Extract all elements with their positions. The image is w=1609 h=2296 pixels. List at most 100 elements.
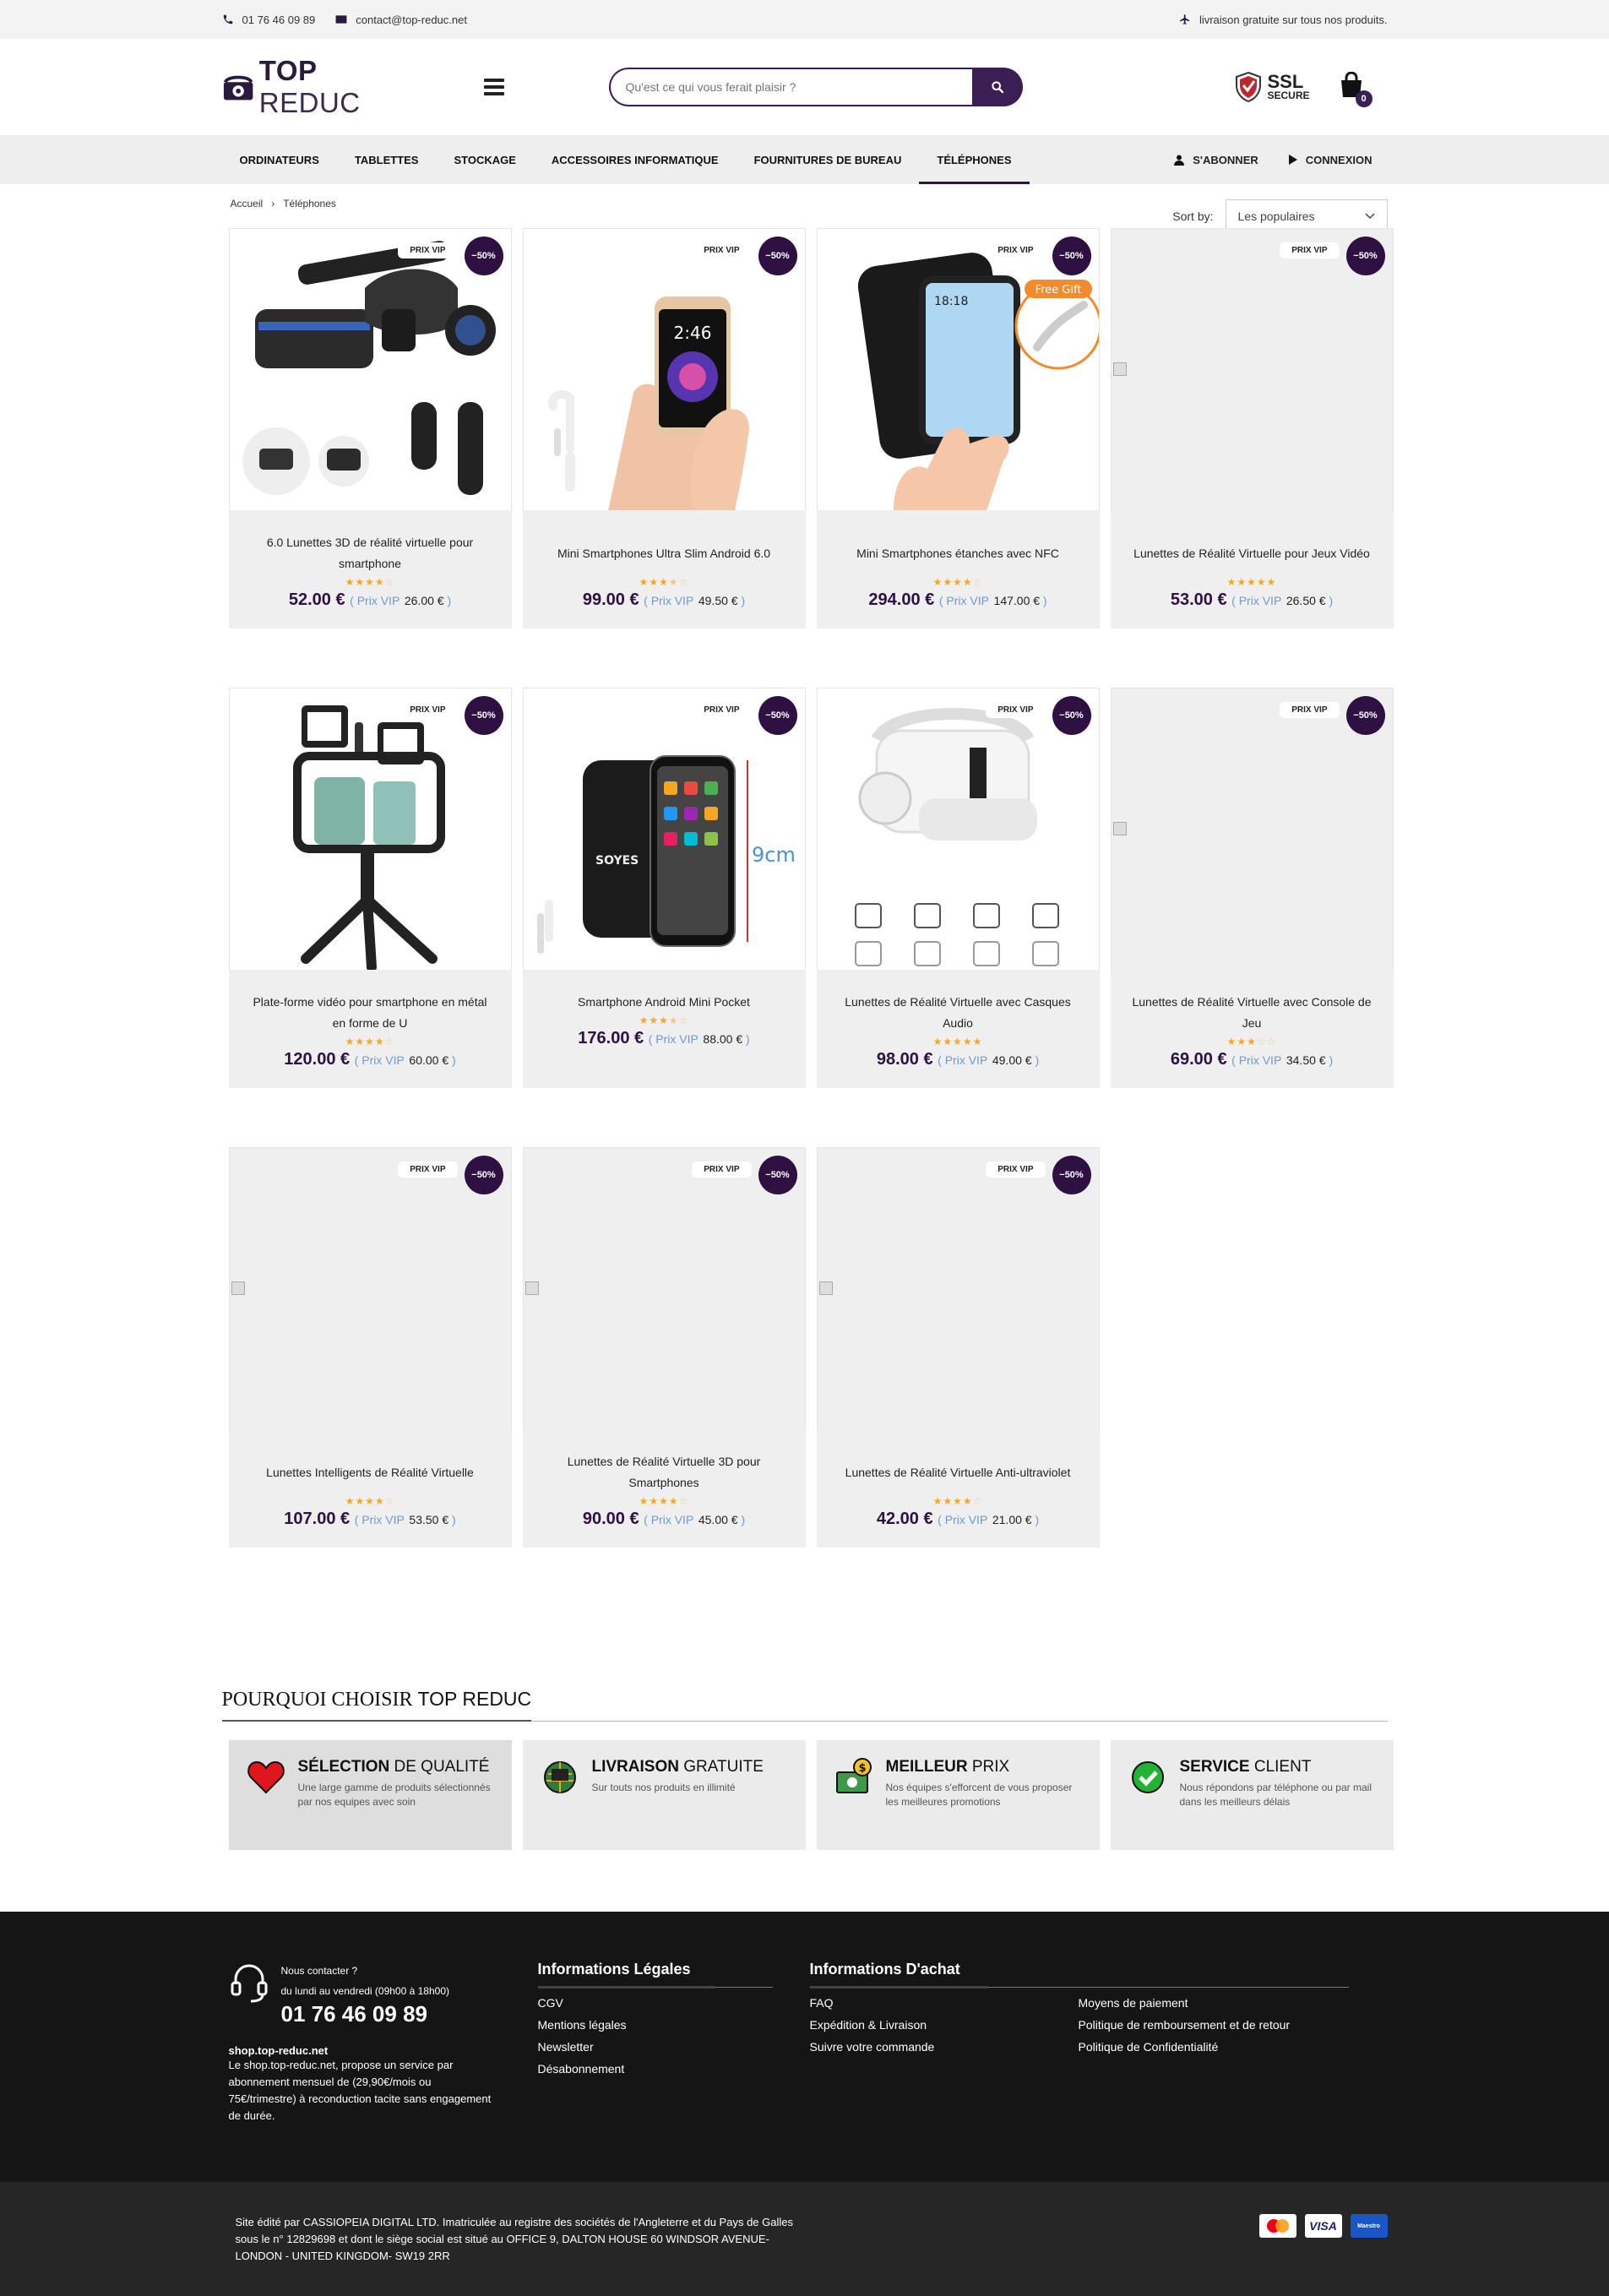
nav-item-4[interactable]: FOURNITURES DE BUREAU xyxy=(737,135,920,184)
why-box: $ MEILLEUR PRIX Nos équipes s'efforcent … xyxy=(816,1740,1100,1850)
main-nav: ORDINATEURS TABLETTES STOCKAGE ACCESSOIRES … xyxy=(0,135,1609,184)
product-price: 120.00 € xyxy=(284,1050,351,1069)
broken-image-icon xyxy=(231,1281,245,1295)
login-link[interactable]: CONNEXION xyxy=(1288,153,1373,166)
svg-text:SOYES: SOYES xyxy=(595,854,639,868)
rating-stars: ★★★★☆ xyxy=(345,1036,395,1047)
product-price-row: 99.00 € ( Prix VIP 49.50 € ) xyxy=(582,590,746,609)
nav-item-3[interactable]: ACCESSOIRES INFORMATIQUE xyxy=(534,135,737,184)
nav-item-0[interactable]: ORDINATEURS xyxy=(222,135,337,184)
why-section: POURQUOI CHOISIR TOP REDUC SÉLECTION DE … xyxy=(221,1688,1394,1850)
cart-button[interactable]: 0 xyxy=(1339,71,1373,107)
vip-price: 45.00 € xyxy=(698,1513,738,1526)
footer-legal-link[interactable]: Désabonnement xyxy=(538,2062,810,2076)
product-name[interactable]: Lunettes de Réalité Virtuelle 3D pour Sm… xyxy=(540,1451,789,1493)
footer-buy-link[interactable]: Moyens de paiement xyxy=(1079,1996,1347,2010)
product-image[interactable] xyxy=(228,1147,512,1429)
shipping-text: livraison gratuite sur tous nos produits… xyxy=(1199,13,1388,26)
vip-price: 21.00 € xyxy=(992,1513,1032,1526)
product-card[interactable]: PRIX VIP −50% Plate-forme vidéo pour sma… xyxy=(228,688,512,1088)
footer-buy-link[interactable]: Politique de Confidentialité xyxy=(1079,2040,1347,2054)
product-name[interactable]: Lunettes de Réalité Virtuelle avec Casqu… xyxy=(834,992,1083,1034)
vip-label: Prix VIP xyxy=(946,594,989,607)
product-price-row: 176.00 € ( Prix VIP 88.00 € ) xyxy=(578,1029,750,1047)
ssl-line1: SSL xyxy=(1267,70,1304,92)
nav-item-1[interactable]: TABLETTES xyxy=(337,135,437,184)
product-name[interactable]: 6.0 Lunettes 3D de réalité virtuelle pou… xyxy=(246,532,495,574)
footer-buy-link[interactable]: FAQ xyxy=(810,1996,1079,2010)
nav-item-5[interactable]: TÉLÉPHONES xyxy=(919,135,1030,184)
search-input[interactable] xyxy=(608,68,972,106)
product-image[interactable] xyxy=(1110,228,1394,510)
product-name[interactable]: Lunettes de Réalité Virtuelle pour Jeux … xyxy=(1128,532,1377,574)
menu-icon[interactable] xyxy=(483,79,504,95)
globe-cart-icon xyxy=(540,1757,580,1798)
subscribe-link[interactable]: S'ABONNER xyxy=(1174,154,1258,166)
product-card[interactable]: PRIX VIP −50% Lunettes de Réalité Virtue… xyxy=(1110,228,1394,628)
vip-price: 53.50 € xyxy=(409,1513,449,1526)
product-image[interactable]: SOYES 9cm xyxy=(522,688,806,970)
rating-stars: ★★★★☆ xyxy=(639,1495,689,1507)
product-price: 69.00 € xyxy=(1170,1050,1227,1069)
topbar-email[interactable]: contact@top-reduc.net xyxy=(335,14,467,26)
topbar-phone[interactable]: 01 76 46 09 89 xyxy=(222,14,315,26)
discount-badge: −50% xyxy=(1052,696,1091,735)
product-card[interactable]: PRIX VIP −50% Lunettes de Réalité Virtue… xyxy=(522,1147,806,1548)
footer-legal-link[interactable]: Newsletter xyxy=(538,2040,810,2054)
subscribe-label: S'ABONNER xyxy=(1193,153,1258,166)
discount-badge: −50% xyxy=(758,1156,797,1194)
product-price: 42.00 € xyxy=(876,1510,933,1528)
footer-phone[interactable]: 01 76 46 09 89 xyxy=(281,2001,450,2027)
product-name[interactable]: Plate-forme vidéo pour smartphone en mét… xyxy=(246,992,495,1034)
logo[interactable]: TOP REDUC xyxy=(222,55,420,119)
rating-stars: ★★★★★ xyxy=(932,1036,983,1047)
product-image[interactable] xyxy=(522,1147,806,1429)
footer-buy-link[interactable]: Expédition & Livraison xyxy=(810,2018,1079,2032)
footer-legal-link[interactable]: Mentions légales xyxy=(538,2018,810,2032)
footer-buy-link[interactable]: Politique de remboursement et de retour xyxy=(1079,2018,1347,2032)
footer-legal-link[interactable]: CGV xyxy=(538,1996,810,2010)
vip-badge: PRIX VIP xyxy=(398,1162,458,1178)
product-image[interactable]: 2:46 xyxy=(522,228,806,510)
free-gift-text: Free Gift xyxy=(1035,284,1081,297)
product-card[interactable]: PRIX VIP −50% Lunettes de Réalité Virtue… xyxy=(1110,688,1394,1088)
product-name[interactable]: Smartphone Android Mini Pocket xyxy=(540,992,789,1013)
product-name[interactable]: Lunettes de Réalité Virtuelle Anti-ultra… xyxy=(834,1451,1083,1493)
product-card[interactable]: 18:18 Free Gift PRIX VIP −50% Mini Smart… xyxy=(816,228,1100,628)
product-card[interactable]: PRIX VIP −50% Lunettes de Réalité Virtue… xyxy=(816,688,1100,1088)
product-card[interactable]: 2:46 PRIX VIP −50% Mini Smartphones Ultr… xyxy=(522,228,806,628)
product-grid: PRIX VIP −50% 6.0 Lunettes 3D de réalité… xyxy=(222,228,1394,1548)
plane-icon xyxy=(1180,14,1190,24)
svg-text:2:46: 2:46 xyxy=(673,323,711,343)
footer-contact-question: Nous contacter ? xyxy=(280,1965,358,1977)
why-box-text: Sur touts nos produits en illimité xyxy=(591,1782,736,1793)
footer-buy-link[interactable]: Suivre votre commande xyxy=(810,2040,1079,2054)
product-image[interactable] xyxy=(816,1147,1100,1429)
product-image[interactable]: 18:18 Free Gift xyxy=(816,228,1100,510)
product-name[interactable]: Lunettes Intelligents de Réalité Virtuel… xyxy=(246,1451,495,1493)
nav-item-2[interactable]: STOCKAGE xyxy=(436,135,533,184)
rating-stars: ★★★★★ xyxy=(1226,576,1277,588)
search-button[interactable] xyxy=(971,68,1023,106)
product-card[interactable]: PRIX VIP −50% 6.0 Lunettes 3D de réalité… xyxy=(228,228,512,628)
vip-label: Prix VIP xyxy=(361,1513,405,1526)
product-price-row: 107.00 € ( Prix VIP 53.50 € ) xyxy=(284,1510,456,1528)
product-card[interactable]: SOYES 9cm PRIX VIP −50% Smartphone Andro… xyxy=(522,688,806,1088)
product-name[interactable]: Mini Smartphones Ultra Slim Android 6.0 xyxy=(540,532,789,574)
vip-price: 26.00 € xyxy=(404,594,444,607)
product-image[interactable] xyxy=(228,688,512,970)
vip-badge: PRIX VIP xyxy=(986,1162,1046,1178)
product-image[interactable] xyxy=(816,688,1100,970)
product-image[interactable] xyxy=(1110,688,1394,970)
product-price-row: 294.00 € ( Prix VIP 147.00 € ) xyxy=(868,590,1047,609)
login-label: CONNEXION xyxy=(1305,153,1373,166)
product-price-row: 98.00 € ( Prix VIP 49.00 € ) xyxy=(876,1050,1040,1069)
product-price: 176.00 € xyxy=(578,1029,644,1047)
phone-icon xyxy=(223,14,232,24)
product-image[interactable] xyxy=(228,228,512,510)
product-card[interactable]: PRIX VIP −50% Lunettes Intelligents de R… xyxy=(228,1147,512,1548)
product-card[interactable]: PRIX VIP −50% Lunettes de Réalité Virtue… xyxy=(816,1147,1100,1548)
product-name[interactable]: Mini Smartphones étanches avec NFC xyxy=(834,532,1083,574)
product-price: 53.00 € xyxy=(1170,590,1227,609)
product-name[interactable]: Lunettes de Réalité Virtuelle avec Conso… xyxy=(1128,992,1377,1034)
